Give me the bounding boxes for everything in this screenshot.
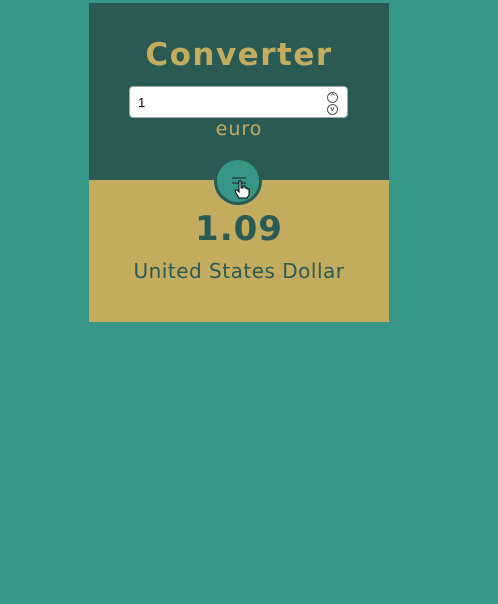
swap-button[interactable] bbox=[214, 157, 262, 205]
hand-pointer-icon bbox=[234, 180, 250, 199]
decrement-button[interactable]: v bbox=[327, 104, 338, 115]
amount-input[interactable] bbox=[138, 93, 318, 111]
from-currency-label[interactable]: euro bbox=[89, 118, 389, 140]
page-title: Converter bbox=[145, 37, 333, 73]
converter-card: Converter ^ v euro 1.09 United States Do… bbox=[89, 3, 389, 322]
to-currency-label[interactable]: United States Dollar bbox=[89, 259, 389, 283]
amount-field[interactable]: ^ v bbox=[129, 86, 348, 118]
result-value: 1.09 bbox=[195, 209, 283, 249]
increment-button[interactable]: ^ bbox=[327, 92, 338, 103]
